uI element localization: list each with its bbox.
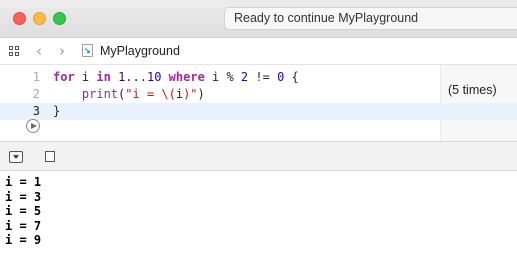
console-line: i = 1: [5, 175, 42, 189]
code-token: ...: [125, 70, 147, 84]
console-line: i = 5: [5, 204, 42, 218]
console-line: i = 9: [5, 233, 42, 247]
line-number: 3: [32, 104, 40, 118]
code-line-3[interactable]: 3}: [0, 103, 517, 120]
chevron-left-icon[interactable]: ‹: [36, 42, 42, 60]
code-token: i: [74, 70, 97, 84]
console-output[interactable]: i = 1i = 3i = 5i = 7i = 9: [0, 171, 517, 259]
title-bar: Ready to continue MyPlayground: [0, 0, 517, 38]
code-token: where: [168, 70, 205, 84]
code-token: )": [183, 87, 198, 101]
debug-bar: [0, 141, 517, 171]
hide-debug-area-icon[interactable]: [9, 151, 23, 163]
code-line-2[interactable]: 2 print("i = \(i)"): [0, 86, 517, 103]
code-token: for: [53, 70, 75, 84]
minimize-button[interactable]: [33, 12, 46, 25]
code-token: 10: [146, 70, 162, 84]
code-token: !=: [248, 70, 278, 84]
code-text[interactable]: for i in 1...10 where i % 2 != 0 {: [53, 69, 299, 86]
code-line-1[interactable]: 1 for i in 1...10 where i % 2 != 0 {: [0, 69, 517, 86]
result-line-2[interactable]: (5 times): [448, 83, 497, 97]
code-text[interactable]: }: [53, 103, 60, 120]
swift-file-icon: ↘: [82, 44, 93, 57]
console-line: i = 3: [5, 189, 42, 204]
code-token: in: [96, 70, 111, 84]
code-token: ): [197, 87, 205, 101]
chevron-right-icon[interactable]: ›: [59, 42, 65, 60]
line-number: 2: [32, 87, 40, 101]
code-token: i %: [204, 70, 241, 84]
code-text[interactable]: print("i = \(i)"): [53, 86, 205, 103]
console-toggle-icon[interactable]: [45, 151, 55, 162]
zoom-button[interactable]: [53, 12, 66, 25]
code-token: print: [81, 87, 119, 101]
play-circle-icon[interactable]: [26, 119, 40, 133]
code-token: i: [175, 87, 184, 101]
line-number: 1: [32, 70, 40, 84]
close-button[interactable]: [13, 12, 26, 25]
jump-bar: ‹ › ↘ MyPlayground: [0, 38, 517, 65]
activity-status-field: Ready to continue MyPlayground: [224, 7, 517, 30]
playground-file-name[interactable]: MyPlayground: [100, 44, 180, 58]
grid-icon[interactable]: [9, 46, 20, 57]
code-editor[interactable]: 1 for i in 1...10 where i % 2 != 0 {2 pri…: [0, 65, 517, 141]
console-line: i = 7: [5, 218, 42, 233]
code-token: {: [284, 70, 299, 84]
code-token: }: [53, 104, 61, 118]
code-token: "i = \(: [125, 87, 176, 101]
